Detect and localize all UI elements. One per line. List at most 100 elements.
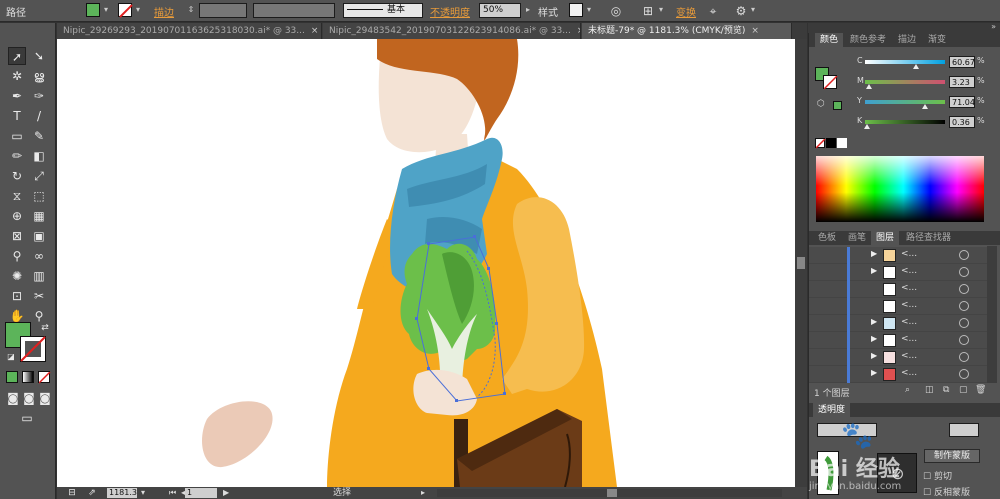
magic-wand-tool-icon[interactable]: ✲ — [8, 67, 26, 85]
target-circle-icon[interactable] — [959, 284, 969, 294]
target-circle-icon[interactable] — [959, 250, 969, 260]
blend-mode-select[interactable] — [817, 423, 877, 437]
style-dropdown-arrow[interactable]: ▾ — [584, 3, 594, 17]
symbol-sprayer-tool-icon[interactable]: ✺ — [8, 267, 26, 285]
rotate-tool-icon[interactable]: ↻ — [8, 167, 26, 185]
blend-tool-icon[interactable]: ∞ — [30, 247, 48, 265]
delete-layer-icon[interactable]: 🗑 — [975, 385, 986, 395]
close-icon[interactable]: × — [311, 26, 319, 36]
stroke-label[interactable]: 描边 — [154, 4, 174, 19]
tab-color[interactable]: 颜色 — [815, 33, 844, 47]
width-tool-icon[interactable]: ⧖ — [8, 187, 26, 205]
transform-label[interactable]: 变换 — [676, 4, 696, 19]
expand-arrow-icon[interactable]: ▶ — [871, 249, 877, 258]
none-color-chip[interactable] — [815, 138, 826, 149]
draw-inside-icon[interactable]: ◙ — [36, 389, 54, 407]
black-value[interactable]: 0.36 — [949, 116, 975, 128]
selection-tool-icon[interactable]: ➚ — [8, 47, 26, 65]
stroke-weight-stepper[interactable]: ⇕ — [186, 3, 196, 17]
gradient-tool-icon[interactable]: ▣ — [30, 227, 48, 245]
locate-object-icon[interactable]: ⌕ — [905, 385, 910, 395]
pencil-tool-icon[interactable]: ✏ — [8, 147, 26, 165]
mesh-tool-icon[interactable]: ⊠ — [8, 227, 26, 245]
tab-pathfinder[interactable]: 路径查找器 — [901, 231, 956, 245]
color-stroke-swatch[interactable] — [823, 75, 838, 90]
artboard-canvas[interactable] — [57, 39, 795, 487]
invert-checkbox-icon[interactable]: ☐ — [923, 488, 931, 498]
graphic-style-swatch[interactable] — [569, 3, 583, 17]
scale-tool-icon[interactable]: ⤢ — [30, 167, 48, 185]
eyedropper-tool-icon[interactable]: ⚲ — [8, 247, 26, 265]
transparency-opacity-field[interactable] — [949, 423, 979, 437]
target-circle-icon[interactable] — [959, 301, 969, 311]
expand-arrow-icon[interactable]: ▶ — [871, 317, 877, 326]
recolor-artwork-icon[interactable]: ◎ — [608, 3, 624, 19]
panel-menu-icon[interactable]: ⚙ — [733, 3, 749, 19]
close-icon[interactable]: × — [577, 26, 580, 36]
tab-brushes[interactable]: 画笔 — [843, 231, 871, 245]
stroke-swatch-none[interactable] — [118, 3, 133, 18]
make-mask-button[interactable]: 制作蒙版 — [924, 449, 980, 463]
fill-dropdown-arrow[interactable]: ▾ — [101, 3, 111, 17]
layer-row[interactable]: ▶ <... — [809, 366, 987, 383]
variable-width-profile[interactable] — [253, 3, 335, 18]
gradient-mode-button[interactable] — [22, 371, 34, 383]
paintbrush-tool-icon[interactable]: ✎ — [30, 127, 48, 145]
tab-gradient[interactable]: 渐变 — [923, 33, 951, 47]
artboard-tool-icon[interactable]: ⊡ — [8, 287, 26, 305]
expand-arrow-icon[interactable]: ▶ — [871, 351, 877, 360]
black-color-chip[interactable] — [826, 138, 836, 148]
vertical-scrollbar[interactable] — [795, 39, 807, 487]
yellow-slider[interactable]: Y 71.04 % — [857, 96, 1000, 109]
cyan-value[interactable]: 60.67 — [949, 56, 975, 68]
layer-row[interactable]: <... — [809, 281, 987, 298]
target-circle-icon[interactable] — [959, 267, 969, 277]
yellow-knob[interactable] — [922, 104, 928, 109]
scroll-thumb[interactable] — [797, 257, 805, 269]
horizontal-scrollbar[interactable] — [437, 489, 782, 497]
tab-transparency[interactable]: 透明度 — [813, 403, 851, 417]
perspective-tool-icon[interactable]: ▦ — [30, 207, 48, 225]
none-mode-button[interactable] — [38, 371, 51, 384]
layer-row[interactable]: ▶ <... — [809, 349, 987, 366]
lasso-tool-icon[interactable]: ൠ — [30, 67, 48, 85]
magenta-knob[interactable] — [866, 84, 872, 89]
default-colors-icon[interactable]: ◪ — [2, 348, 20, 366]
direct-selection-tool-icon[interactable]: ➘ — [30, 47, 48, 65]
clip-checkbox-icon[interactable]: ☐ — [923, 472, 931, 482]
magenta-slider[interactable]: M 3.23 % — [857, 76, 1000, 89]
fill-swatch[interactable] — [86, 3, 100, 17]
artboard-number-field[interactable]: 1 — [185, 488, 217, 498]
color-mode-button[interactable] — [6, 371, 18, 383]
cyan-knob[interactable] — [913, 64, 919, 69]
pen-tool-icon[interactable]: ✒ — [8, 87, 26, 105]
layer-row[interactable]: ▶ <... — [809, 315, 987, 332]
collapse-panels-icon[interactable]: » — [991, 22, 996, 31]
target-circle-icon[interactable] — [959, 335, 969, 345]
close-icon[interactable]: × — [751, 26, 759, 36]
cyan-slider[interactable]: C 60.67 % — [857, 56, 1000, 69]
layer-row[interactable]: <... — [809, 298, 987, 315]
target-circle-icon[interactable] — [959, 369, 969, 379]
zoom-field[interactable]: 1181.3 — [107, 488, 137, 498]
graph-tool-icon[interactable]: ▥ — [30, 267, 48, 285]
zoom-dropdown-icon[interactable]: ▾ — [141, 487, 145, 499]
web-color-swatch[interactable] — [833, 101, 842, 110]
doc-tab-3-active[interactable]: 未标题-79* @ 1181.3% (CMYK/预览) × — [582, 23, 792, 39]
share-icon[interactable]: ⇗ — [83, 484, 101, 499]
tab-layers[interactable]: 图层 — [871, 231, 900, 245]
magenta-value[interactable]: 3.23 — [949, 76, 975, 88]
expand-arrow-icon[interactable]: ▶ — [871, 266, 877, 275]
next-artboard-icon[interactable]: ▶ — [223, 487, 229, 499]
black-knob[interactable] — [864, 124, 870, 129]
align-grid-icon[interactable]: ⊞ — [640, 3, 656, 19]
isolate-icon[interactable]: ⌖ — [705, 3, 721, 19]
color-spectrum[interactable] — [816, 156, 984, 222]
make-clipping-mask-icon[interactable]: ◫ — [925, 385, 934, 395]
stroke-color-box[interactable] — [20, 336, 46, 362]
yellow-value[interactable]: 71.04 — [949, 96, 975, 108]
line-tool-icon[interactable]: / — [30, 107, 48, 125]
opacity-field[interactable]: 50% — [479, 3, 521, 18]
target-circle-icon[interactable] — [959, 318, 969, 328]
mask-slot[interactable]: ⊘ — [877, 453, 917, 493]
